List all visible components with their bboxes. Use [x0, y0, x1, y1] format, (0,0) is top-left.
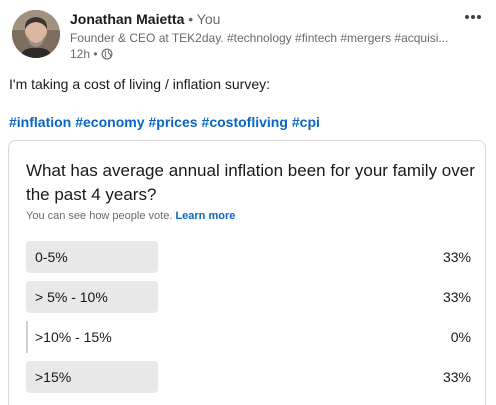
poll-option-bar — [26, 321, 28, 353]
hashtag-link[interactable]: #prices — [148, 114, 197, 130]
globe-icon — [101, 48, 112, 60]
poll-option-percent: 0% — [450, 329, 471, 345]
poll-option-label: 0-5% — [35, 249, 68, 265]
more-options-button[interactable] — [458, 6, 488, 28]
poll-option-label: >10% - 15% — [35, 329, 112, 345]
post-meta: 12h • — [70, 47, 113, 61]
poll-question: What has average annual inflation been f… — [26, 161, 475, 204]
hashtag-link[interactable]: #economy — [75, 114, 144, 130]
avatar[interactable] — [12, 10, 60, 58]
post-text: I'm taking a cost of living / inflation … — [9, 76, 271, 92]
poll-option[interactable]: 0-5% 33% — [26, 241, 471, 273]
hashtag-link[interactable]: #inflation — [9, 114, 71, 130]
hashtag-list: #inflation #economy #prices #costoflivin… — [9, 114, 320, 130]
post-time: 12h • — [70, 47, 98, 61]
poll-option[interactable]: >10% - 15% 0% — [26, 321, 471, 353]
author-headline: Founder & CEO at TEK2day. #technology #f… — [70, 31, 449, 45]
author-relation: • You — [188, 11, 221, 27]
poll-card: What has average annual inflation been f… — [8, 140, 486, 405]
hashtag-link[interactable]: #cpi — [292, 114, 320, 130]
profile-photo — [12, 10, 60, 58]
learn-more-link[interactable]: Learn more — [175, 210, 235, 222]
poll-option-percent: 33% — [442, 369, 471, 385]
poll-note-text: You can see how people vote. — [26, 210, 173, 222]
more-options-icon — [465, 15, 481, 19]
poll-option[interactable]: >15% 33% — [26, 361, 471, 393]
author-name[interactable]: Jonathan Maietta • You — [70, 11, 220, 27]
poll-option-label: > 5% - 10% — [35, 289, 108, 305]
poll-visibility-note: You can see how people vote. Learn more — [26, 210, 235, 222]
poll-option-percent: 33% — [442, 289, 471, 305]
poll-option-percent: 33% — [442, 249, 471, 265]
hashtag-link[interactable]: #costofliving — [202, 114, 288, 130]
poll-option-label: >15% — [35, 369, 72, 385]
poll-option[interactable]: > 5% - 10% 33% — [26, 281, 471, 313]
author-name-text[interactable]: Jonathan Maietta — [70, 11, 184, 27]
